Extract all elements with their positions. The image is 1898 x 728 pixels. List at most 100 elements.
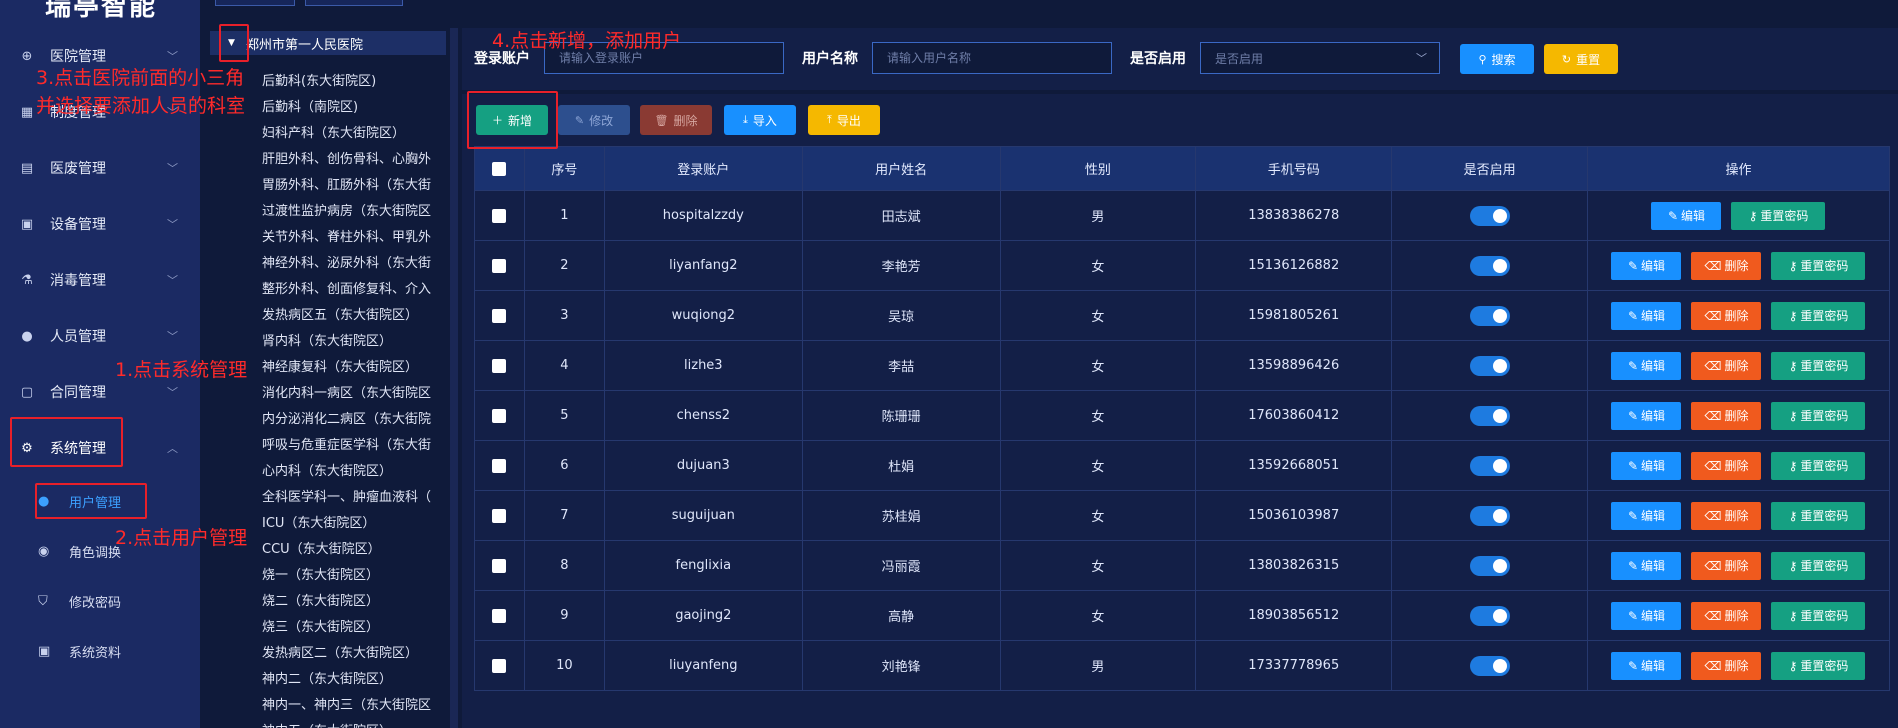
sidebar-subitem-system-info[interactable]: ▣ 系统资料 bbox=[0, 631, 200, 671]
search-button[interactable]: ⚲ 搜索 bbox=[1460, 44, 1534, 74]
enabled-toggle[interactable] bbox=[1469, 605, 1510, 626]
enabled-toggle[interactable] bbox=[1469, 255, 1510, 276]
tree-node-department[interactable]: 心内科（东大街院区） bbox=[262, 459, 392, 485]
row-checkbox[interactable] bbox=[474, 640, 525, 691]
trash-icon: ⌫ bbox=[1704, 658, 1722, 673]
row-delete-button[interactable]: ⌫ 删除 bbox=[1691, 601, 1762, 630]
row-delete-button[interactable]: ⌫ 删除 bbox=[1691, 251, 1762, 280]
tree-node-department[interactable]: 过渡性监护病房（东大街院区 bbox=[262, 199, 431, 225]
import-button[interactable]: ⤓ 导入 bbox=[724, 105, 796, 135]
pencil-icon: ✎ bbox=[1627, 558, 1638, 573]
row-edit-button[interactable]: ✎ 编辑 bbox=[1611, 651, 1682, 680]
sidebar-item-device[interactable]: ▣ 设备管理 ﹀ bbox=[0, 204, 200, 244]
tree-scrollbar[interactable] bbox=[450, 28, 458, 728]
row-delete-button[interactable]: ⌫ 删除 bbox=[1691, 551, 1762, 580]
tree-node-department[interactable]: 神内一、神内三（东大街院区 bbox=[262, 693, 431, 719]
tree-node-department[interactable]: 烧二（东大街院区） bbox=[262, 589, 379, 615]
row-edit-button[interactable]: ✎ 编辑 bbox=[1611, 301, 1682, 330]
cell-account: wuqiong2 bbox=[603, 290, 803, 341]
username-input[interactable] bbox=[872, 42, 1112, 74]
row-delete-button[interactable]: ⌫ 删除 bbox=[1691, 451, 1762, 480]
row-edit-button[interactable]: ✎ 编辑 bbox=[1611, 601, 1682, 630]
tree-node-department[interactable]: 神经外科、泌尿外科（东大街 bbox=[262, 251, 431, 277]
row-edit-button[interactable]: ✎ 编辑 bbox=[1651, 201, 1722, 230]
row-checkbox[interactable] bbox=[474, 290, 525, 341]
row-checkbox[interactable] bbox=[474, 490, 525, 541]
enabled-toggle[interactable] bbox=[1469, 655, 1510, 676]
row-checkbox[interactable] bbox=[474, 240, 525, 291]
tree-node-department[interactable]: 发热病区二（东大街院区） bbox=[262, 641, 418, 667]
enabled-toggle[interactable] bbox=[1469, 455, 1510, 476]
tree-node-department[interactable]: CCU（东大街院区） bbox=[262, 537, 381, 563]
top-tab-2[interactable] bbox=[305, 0, 403, 6]
row-checkbox[interactable] bbox=[474, 440, 525, 491]
edit-button[interactable]: ✎ 修改 bbox=[558, 105, 630, 135]
row-checkbox[interactable] bbox=[474, 590, 525, 641]
row-delete-button[interactable]: ⌫ 删除 bbox=[1691, 401, 1762, 430]
row-reset-password-button[interactable]: ⚷ 重置密码 bbox=[1771, 401, 1866, 430]
row-edit-button[interactable]: ✎ 编辑 bbox=[1611, 401, 1682, 430]
top-tab-1[interactable] bbox=[215, 0, 295, 6]
row-delete-button[interactable]: ⌫ 删除 bbox=[1691, 301, 1762, 330]
tree-node-department[interactable]: ICU（东大街院区） bbox=[262, 511, 375, 537]
enabled-toggle[interactable] bbox=[1469, 355, 1510, 376]
sidebar-item-personnel[interactable]: ● 人员管理 ﹀ bbox=[0, 316, 200, 356]
row-edit-button[interactable]: ✎ 编辑 bbox=[1611, 451, 1682, 480]
enabled-toggle[interactable] bbox=[1469, 505, 1510, 526]
enabled-toggle[interactable] bbox=[1469, 555, 1510, 576]
tree-node-department[interactable]: 烧一（东大街院区） bbox=[262, 563, 379, 589]
row-reset-password-button[interactable]: ⚷ 重置密码 bbox=[1771, 301, 1866, 330]
row-checkbox[interactable] bbox=[474, 340, 525, 391]
tree-node-department[interactable]: 神内五（东大街院区） bbox=[262, 719, 392, 728]
delete-button[interactable]: 🗑︎ 删除 bbox=[640, 105, 712, 135]
row-reset-password-button[interactable]: ⚷ 重置密码 bbox=[1771, 601, 1866, 630]
row-delete-button[interactable]: ⌫ 删除 bbox=[1691, 351, 1762, 380]
row-delete-button[interactable]: ⌫ 删除 bbox=[1691, 651, 1762, 680]
row-checkbox[interactable] bbox=[474, 390, 525, 441]
cell-enabled bbox=[1391, 640, 1588, 691]
sidebar-subitem-change-password[interactable]: ⛉ 修改密码 bbox=[0, 581, 200, 621]
row-reset-password-button[interactable]: ⚷ 重置密码 bbox=[1771, 251, 1866, 280]
enabled-toggle[interactable] bbox=[1469, 305, 1510, 326]
tree-node-department[interactable]: 消化内科一病区（东大街院区 bbox=[262, 381, 431, 407]
row-edit-button[interactable]: ✎ 编辑 bbox=[1611, 251, 1682, 280]
row-reset-password-button[interactable]: ⚷ 重置密码 bbox=[1771, 651, 1866, 680]
row-edit-button[interactable]: ✎ 编辑 bbox=[1611, 501, 1682, 530]
tree-node-department[interactable]: 整形外科、创面修复科、介入 bbox=[262, 277, 431, 303]
cell-account: dujuan3 bbox=[603, 440, 803, 491]
row-checkbox[interactable] bbox=[474, 540, 525, 591]
row-reset-password-button[interactable]: ⚷ 重置密码 bbox=[1771, 551, 1866, 580]
enabled-select[interactable]: 是否启用 ﹀ bbox=[1200, 42, 1440, 74]
row-checkbox[interactable] bbox=[474, 190, 525, 241]
tree-node-department[interactable]: 全科医学科一、肿瘤血液科（ bbox=[262, 485, 431, 511]
export-button[interactable]: ⤒ 导出 bbox=[808, 105, 880, 135]
tree-node-department[interactable]: 神经康复科（东大街院区） bbox=[262, 355, 418, 381]
tree-node-department[interactable]: 肾内科（东大街院区） bbox=[262, 329, 392, 355]
reset-button[interactable]: ↻ 重置 bbox=[1544, 44, 1618, 74]
tree-node-department[interactable]: 妇科产科（东大街院区） bbox=[262, 121, 405, 147]
tree-node-department[interactable]: 肝胆外科、创伤骨科、心胸外 bbox=[262, 147, 431, 173]
tree-node-department[interactable]: 发热病区五（东大街院区） bbox=[262, 303, 418, 329]
row-reset-password-button[interactable]: ⚷ 重置密码 bbox=[1731, 201, 1826, 230]
row-edit-button[interactable]: ✎ 编辑 bbox=[1611, 551, 1682, 580]
tree-node-department[interactable]: 关节外科、脊柱外科、甲乳外 bbox=[262, 225, 431, 251]
tree-node-department[interactable]: 后勤科（南院区) bbox=[262, 95, 358, 121]
tree-node-department[interactable]: 烧三（东大街院区） bbox=[262, 615, 379, 641]
cell-enabled bbox=[1391, 490, 1588, 541]
enabled-toggle[interactable] bbox=[1469, 205, 1510, 226]
sidebar-item-medical-waste[interactable]: ▤ 医废管理 ﹀ bbox=[0, 148, 200, 188]
tree-node-department[interactable]: 神内二（东大街院区） bbox=[262, 667, 392, 693]
row-delete-button[interactable]: ⌫ 删除 bbox=[1691, 501, 1762, 530]
row-reset-password-button[interactable]: ⚷ 重置密码 bbox=[1771, 501, 1866, 530]
tree-node-department[interactable]: 后勤科(东大街院区) bbox=[262, 69, 376, 95]
sidebar-item-disinfect[interactable]: ⚗ 消毒管理 ﹀ bbox=[0, 260, 200, 300]
enabled-toggle[interactable] bbox=[1469, 405, 1510, 426]
select-all-checkbox[interactable] bbox=[474, 146, 525, 191]
tree-node-department[interactable]: 呼吸与危重症医学科（东大街 bbox=[262, 433, 431, 459]
tree-node-department[interactable]: 内分泌消化二病区（东大街院 bbox=[262, 407, 431, 433]
row-reset-password-button[interactable]: ⚷ 重置密码 bbox=[1771, 451, 1866, 480]
tree-node-department[interactable]: 胃肠外科、肛肠外科（东大街 bbox=[262, 173, 431, 199]
row-reset-password-button[interactable]: ⚷ 重置密码 bbox=[1771, 351, 1866, 380]
row-edit-button[interactable]: ✎ 编辑 bbox=[1611, 351, 1682, 380]
cell-enabled bbox=[1391, 290, 1588, 341]
